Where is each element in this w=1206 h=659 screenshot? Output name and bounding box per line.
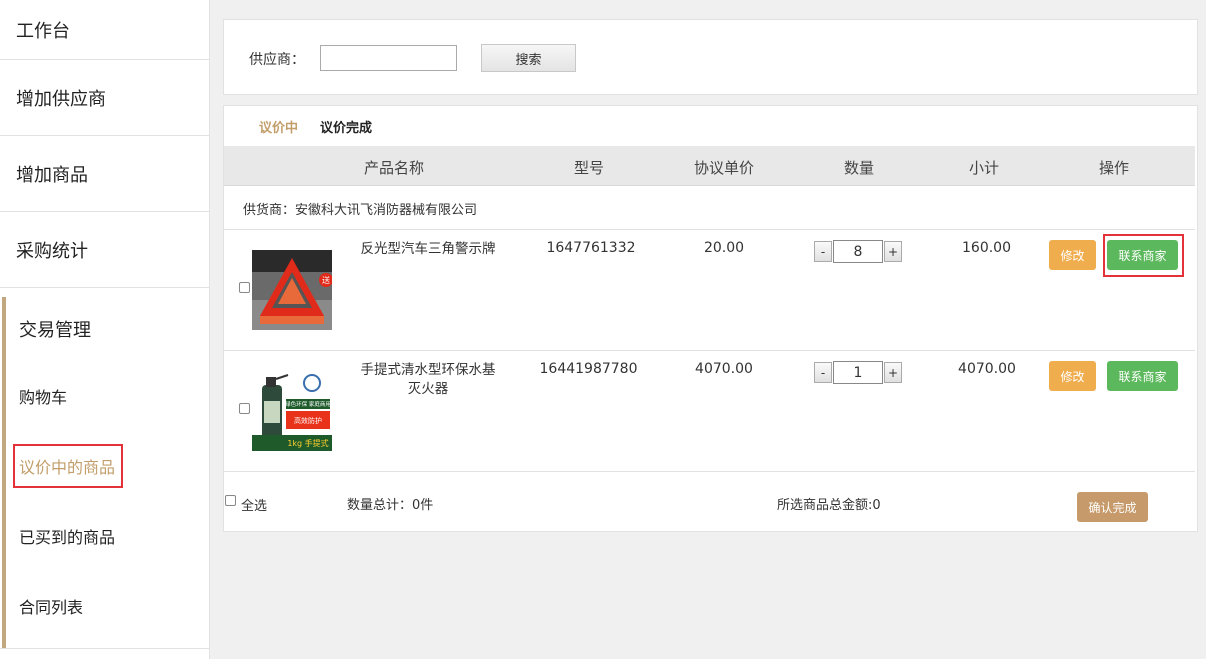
row-subtotal: 4070.00 <box>958 361 1016 377</box>
sidebar-item-purchased[interactable]: 已买到的商品 <box>0 501 209 571</box>
product-model: 1647761332 <box>546 240 636 256</box>
product-price: 4070.00 <box>695 361 753 377</box>
qty-plus-button[interactable]: + <box>884 362 902 383</box>
sidebar-item-purchase-stats[interactable]: 采购统计 <box>0 212 209 288</box>
select-all-checkbox[interactable] <box>225 495 236 506</box>
row-checkbox[interactable] <box>239 282 250 293</box>
qty-input[interactable]: 1 <box>833 361 883 384</box>
col-actions: 操作 <box>1098 159 1129 177</box>
sidebar-group-label: 交易管理 <box>19 320 91 341</box>
image-tag-2: 高效防护 <box>294 416 322 425</box>
quantity-stepper: - 1 + <box>814 361 902 384</box>
qty-total: 数量总计：0件 <box>347 498 434 513</box>
table-row: 绿色环保 家庭商用 高效防护 1kg 手提式 手提式清水型环保水基灭火器 164… <box>224 351 1195 472</box>
supplier-search-input[interactable] <box>320 45 457 71</box>
main-panel: 议价中 议价完成 产品名称 型号 协议单价 数量 小计 操作 供货商：安徽科大讯… <box>223 105 1198 532</box>
row-subtotal: 160.00 <box>962 240 1011 256</box>
col-subtotal: 小计 <box>968 159 999 177</box>
sidebar-item-cart[interactable]: 购物车 <box>0 361 209 431</box>
sidebar-group-bar <box>2 297 6 648</box>
sidebar-item-negotiating[interactable]: 议价中的商品 <box>0 431 209 501</box>
product-name[interactable]: 反光型汽车三角警示牌 <box>354 240 502 259</box>
sidebar-item-add-supplier[interactable]: 增加供应商 <box>0 60 209 136</box>
col-price: 协议单价 <box>693 159 754 177</box>
sidebar-item-label: 议价中的商品 <box>13 444 124 488</box>
sidebar-item-label: 已买到的商品 <box>19 528 116 547</box>
product-image-warning-triangle[interactable]: 送 <box>252 250 333 330</box>
qty-minus-button[interactable]: - <box>814 241 832 262</box>
quantity-stepper: - 8 + <box>814 240 902 263</box>
col-product-name: 产品名称 <box>363 159 424 177</box>
search-panel: 供应商： 搜索 <box>223 19 1198 95</box>
select-all-label[interactable]: 全选 <box>241 495 267 514</box>
sidebar-group-trade: 交易管理 购物车 议价中的商品 已买到的商品 合同列表 <box>0 297 209 648</box>
sidebar-item-workbench[interactable]: 工作台 <box>0 0 209 60</box>
table-footer: 全选 数量总计：0件 所选商品总金额:0 确认完成 <box>224 474 1195 529</box>
sidebar-item-label: 购物车 <box>19 388 68 407</box>
qty-minus-button[interactable]: - <box>814 362 832 383</box>
supplier-row: 供货商：安徽科大讯飞消防器械有限公司 <box>224 187 1195 230</box>
table-row: 送 反光型汽车三角警示牌 1647761332 20.00 - 8 + 160.… <box>224 230 1195 351</box>
confirm-button[interactable]: 确认完成 <box>1077 492 1148 522</box>
product-image-fire-extinguisher[interactable]: 绿色环保 家庭商用 高效防护 1kg 手提式 <box>252 371 332 451</box>
edit-button[interactable]: 修改 <box>1049 361 1096 391</box>
row-checkbox[interactable] <box>239 403 250 414</box>
supplier-name: 供货商：安徽科大讯飞消防器械有限公司 <box>243 202 478 218</box>
divider <box>0 648 209 649</box>
sidebar-item-label: 采购统计 <box>16 240 88 262</box>
sidebar-item-label: 增加商品 <box>16 164 88 186</box>
edit-button[interactable]: 修改 <box>1049 240 1096 270</box>
sidebar-group-title[interactable]: 交易管理 <box>0 297 209 361</box>
supplier-label: 供应商： <box>249 52 305 68</box>
sidebar-item-label: 合同列表 <box>19 598 84 617</box>
tab-negotiated[interactable]: 议价完成 <box>320 117 372 136</box>
product-model: 16441987780 <box>539 361 638 377</box>
sidebar-item-contracts[interactable]: 合同列表 <box>0 571 209 641</box>
qty-plus-button[interactable]: + <box>884 241 902 262</box>
sidebar-item-label: 工作台 <box>16 20 70 42</box>
sidebar: 工作台 增加供应商 增加商品 采购统计 交易管理 购物车 议价中的商品 已买到的… <box>0 0 210 659</box>
sidebar-item-add-product[interactable]: 增加商品 <box>0 136 209 212</box>
image-badge: 送 <box>322 275 330 285</box>
amount-total: 所选商品总金额:0 <box>777 498 881 513</box>
product-price: 20.00 <box>703 240 745 256</box>
qty-input[interactable]: 8 <box>833 240 883 263</box>
sidebar-item-label: 增加供应商 <box>16 88 106 110</box>
product-name[interactable]: 手提式清水型环保水基灭火器 <box>354 361 502 399</box>
tab-bar: 议价中 议价完成 <box>224 106 1197 146</box>
image-label: 1kg 手提式 <box>287 438 328 448</box>
col-model: 型号 <box>573 159 604 177</box>
contact-seller-button[interactable]: 联系商家 <box>1107 240 1178 270</box>
image-tag-1: 绿色环保 家庭商用 <box>285 400 331 408</box>
table-header: 产品名称 型号 协议单价 数量 小计 操作 <box>224 146 1195 186</box>
tab-negotiating[interactable]: 议价中 <box>259 117 298 136</box>
contact-seller-button[interactable]: 联系商家 <box>1107 361 1178 391</box>
col-qty: 数量 <box>843 159 874 177</box>
search-button[interactable]: 搜索 <box>481 44 576 72</box>
